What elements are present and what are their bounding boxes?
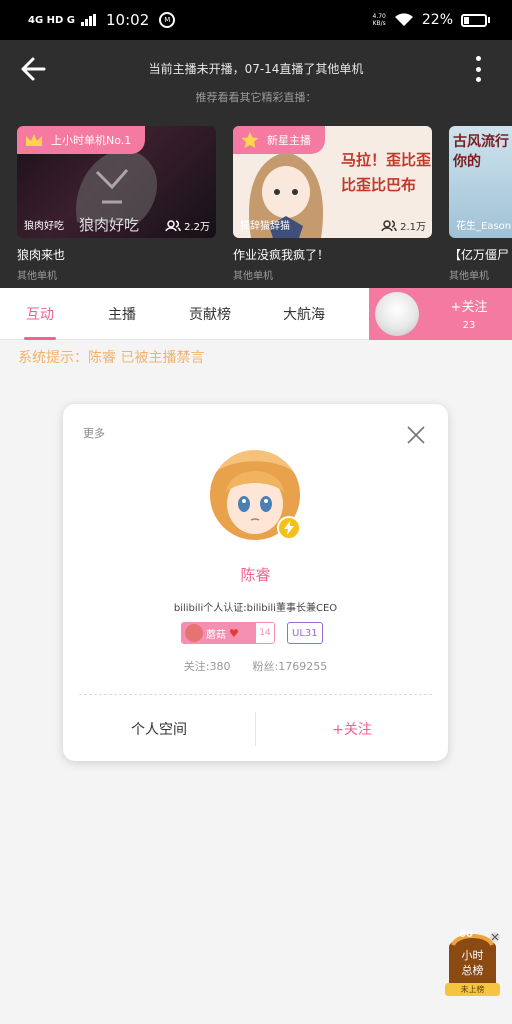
speed-value: 4.70 [372,13,386,20]
fan-medal[interactable]: 蘑菇 ♥ 14 [181,622,275,644]
user-stats: 关注:380 粉丝:1769255 [63,658,448,674]
room-thumbnail[interactable]: 马拉！歪比歪比歪比巴布 新星主播 猫辞猫辞猫 2.1万 [233,126,432,238]
active-tab-indicator [24,337,56,340]
verified-lightning-icon [277,516,301,540]
room-tabs: 互动 主播 贡献榜 大航海 +关注 23 [0,288,512,340]
clock: 10:02 [106,11,150,29]
system-message: 系统提示：陈睿 已被主播禁言 [18,350,205,366]
tab-contribution-rank[interactable]: 贡献榜 [172,288,248,340]
viewers-icon [165,219,181,231]
streamer-name: 花生_Eason [456,221,512,232]
streamer-name: 狼肉好吃 [24,221,64,232]
tag-label: 上小时单机No.1 [51,134,132,147]
speed-unit: KB/s [372,20,386,27]
room-title[interactable]: 【亿万僵尸 [449,246,512,263]
close-icon[interactable] [407,426,425,444]
recommended-rooms: 狼肉好吃 上小时单机No.1 狼肉好吃 2.2万 狼肉来也 其他单机 马拉！歪比… [17,126,512,286]
room-card[interactable]: 马拉！歪比歪比歪比巴布 新星主播 猫辞猫辞猫 2.1万 作业没疯我疯了！ 其他单… [233,126,432,282]
offline-recommend-panel: 当前主播未开播，07-14直播了其他单机 推荐看看其它精彩直播： 狼肉好吃 上小… [0,40,512,288]
streamer-avatar [375,292,419,336]
user-name: 陈睿 [240,566,271,584]
room-thumbnail[interactable]: 古风流行你的 花生_Eason [449,126,512,238]
thumb-text: 狼肉好吃 [79,216,140,234]
viewer-count: 2.1万 [381,218,426,233]
room-card[interactable]: 古风流行你的 花生_Eason 【亿万僵尸 其他单机 [449,126,512,282]
tag-label: 新星主播 [267,134,311,147]
room-category: 其他单机 [233,271,273,282]
room-title[interactable]: 作业没疯我疯了！ [233,246,432,263]
rank-status: 未上榜 [460,985,485,994]
medal-level: 14 [256,623,274,643]
rank-badge: 60 [459,929,473,940]
crown-icon [26,134,42,146]
network-speed: 4.70 KB/s [373,13,386,27]
following-count: 关注:380 [183,660,231,673]
viewer-count: 2.2万 [165,218,210,233]
tab-interaction[interactable]: 互动 [10,288,70,340]
follower-count: 粉丝:1769255 [252,660,328,673]
hourly-rank-widget[interactable]: 60 小时 总榜 未上榜 [443,929,502,997]
badge-row: 蘑菇 ♥ 14 UL31 [181,622,323,644]
divider [79,694,432,695]
viewers-icon [381,219,397,231]
rank-line-1: 小时 [461,949,484,962]
star-icon [241,132,259,148]
room-category: 其他单机 [449,271,489,282]
thumb-text: 马拉！歪比歪比歪比巴布 [341,151,432,194]
battery-icon [461,13,490,27]
room-category: 其他单机 [17,271,57,282]
network-label: 4G HD G [28,14,76,26]
back-arrow-icon[interactable] [18,54,52,84]
personal-space-button[interactable]: 个人空间 [63,709,255,749]
tab-guard[interactable]: 大航海 [266,288,342,340]
more-link[interactable]: 更多 [83,425,105,441]
room-card[interactable]: 狼肉好吃 上小时单机No.1 狼肉好吃 2.2万 狼肉来也 其他单机 [17,126,216,282]
follow-label: +关注 [450,300,488,315]
streamer-name: 猫辞猫辞猫 [240,221,290,232]
signal-icon [81,14,97,26]
user-profile-card: 更多 陈睿 bilibili个人认证:bilibili董事长兼CEO 蘑菇 ♥ … [63,404,448,761]
wifi-icon [394,13,413,26]
more-menu-icon[interactable] [470,54,486,84]
tab-streamer[interactable]: 主播 [92,288,152,340]
user-certification: bilibili个人认证:bilibili董事长兼CEO [173,603,338,614]
status-bar: 4G HD G 10:02 M 4.70 KB/s 22% [0,0,512,40]
rank-tag: 上小时单机No.1 [17,126,146,154]
room-title[interactable]: 狼肉来也 [17,246,216,263]
viewer-count-text: 2.2万 [184,222,210,233]
user-level-badge: UL31 [287,622,323,644]
rank-line-2: 总榜 [461,964,484,977]
mushroom-icon [185,624,203,642]
medal-name: 蘑菇 [206,629,226,641]
app-notification-icon: M [159,12,176,28]
heart-icon: ♥ [229,626,239,640]
viewer-count-text: 2.1万 [400,222,426,233]
battery-percent: 22% [421,12,453,28]
follow-streamer-button[interactable]: +关注 23 [369,288,512,340]
offline-notice: 当前主播未开播，07-14直播了其他单机 [148,62,364,76]
rank-tag: 新星主播 [233,126,325,154]
follower-count: 23 [462,320,476,331]
recommend-hint: 推荐看看其它精彩直播： [195,91,317,104]
follow-user-button[interactable]: +关注 [256,709,448,749]
thumb-text: 古风流行你的 [453,134,509,170]
room-thumbnail[interactable]: 狼肉好吃 上小时单机No.1 狼肉好吃 2.2万 [17,126,216,238]
